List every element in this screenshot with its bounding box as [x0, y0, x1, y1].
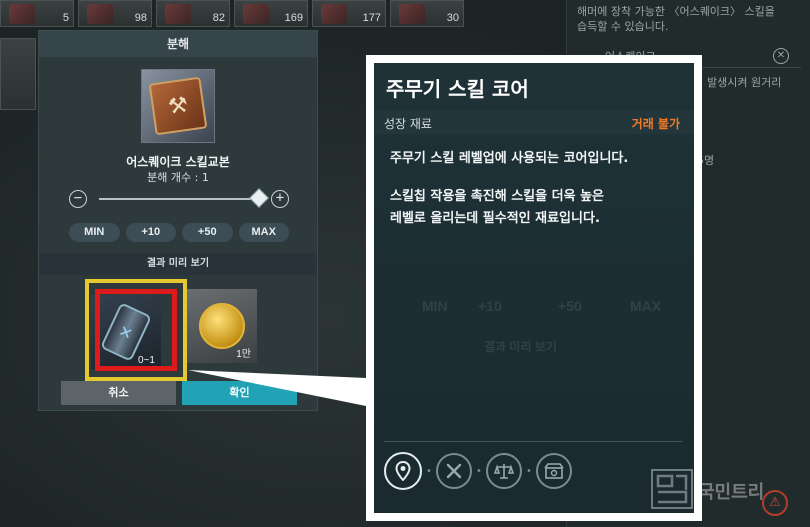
- scale-icon[interactable]: [486, 453, 522, 489]
- cancel-button[interactable]: 취소: [61, 381, 176, 405]
- quantity-slider-track[interactable]: [99, 198, 259, 200]
- min-button[interactable]: MIN: [69, 223, 120, 242]
- item-tooltip: 주무기 스킬 코어 성장 재료 거래 불가 주무기 스킬 레벨업에 사용되는 코…: [374, 63, 694, 513]
- ghost-qty-label: MIN: [422, 298, 448, 314]
- item-thumbnail: [243, 4, 269, 24]
- slot-count: 82: [212, 12, 225, 24]
- decompose-panel: 분해 ⚒ 어스퀘이크 스킬교본 분해 개수 : 1 − + MIN +10 +5…: [38, 30, 318, 411]
- tooltip-subheader: 성장 재료 거래 불가: [374, 110, 694, 134]
- inventory-strip: 5 98 82 169 177 30: [0, 0, 570, 27]
- ghost-qty-label: +10: [478, 298, 502, 314]
- tools-icon[interactable]: [436, 453, 472, 489]
- inventory-slot[interactable]: 82: [156, 0, 230, 27]
- detail-text: 해머에 장착 가능한 〈어스퀘이크〉 스킬을: [577, 5, 775, 18]
- tooltip-divider: [384, 441, 682, 442]
- slot-count: 5: [62, 12, 69, 24]
- tooltip-title: 주무기 스킬 코어: [386, 77, 529, 101]
- item-count: 분해 개수 : 1: [147, 171, 209, 184]
- quantity-buttons: MIN +10 +50 MAX: [69, 223, 289, 242]
- inventory-slot[interactable]: 169: [234, 0, 308, 27]
- warning-icon: ⚠: [762, 490, 788, 516]
- ghost-qty-label: +50: [558, 298, 582, 314]
- separator-dot: •: [426, 465, 432, 477]
- item-thumbnail: [9, 4, 35, 24]
- ghost-qty-label: MAX: [630, 298, 662, 314]
- watermark-logo: [651, 469, 693, 509]
- inventory-slot[interactable]: 98: [78, 0, 152, 27]
- watermark-text: 국민트리: [698, 482, 765, 503]
- location-pin-icon[interactable]: [384, 452, 422, 490]
- gold-coin-icon: [199, 303, 245, 349]
- max-button[interactable]: MAX: [238, 223, 289, 242]
- item-thumbnail: [165, 4, 191, 24]
- minus-button[interactable]: −: [69, 190, 87, 208]
- skill-book-icon: ⚒: [148, 76, 208, 136]
- item-thumbnail: [87, 4, 113, 24]
- trade-status: 거래 불가: [631, 117, 680, 131]
- callout-connector: [188, 370, 366, 406]
- inventory-slot[interactable]: 5: [0, 0, 74, 27]
- watermark: 국민트리: [650, 468, 764, 510]
- inventory-slot[interactable]: [0, 38, 36, 110]
- inventory-slot[interactable]: 177: [312, 0, 386, 27]
- plus-50-button[interactable]: +50: [182, 223, 233, 242]
- panel-title: 분해: [39, 31, 317, 57]
- slot-count: 30: [446, 12, 459, 24]
- plus-10-button[interactable]: +10: [125, 223, 176, 242]
- tooltip-description: 스킬칩 작용을 촉진해 스킬을 더욱 높은: [390, 189, 604, 204]
- item-thumbnail: [321, 4, 347, 24]
- slot-count: 169: [284, 12, 303, 24]
- item-thumbnail: [399, 4, 425, 24]
- ghost-preview-label: 결과 미리 보기: [484, 340, 557, 354]
- tooltip-description: 주무기 스킬 레벨업에 사용되는 코어입니다.: [390, 151, 629, 166]
- quantity-slider-handle[interactable]: [249, 188, 269, 208]
- result-item[interactable]: 1만: [187, 289, 257, 363]
- result-count: 1만: [236, 349, 251, 360]
- separator-dot: •: [526, 465, 532, 477]
- item-category: 성장 재료: [384, 117, 432, 131]
- detail-text: 습득할 수 있습니다.: [577, 20, 669, 33]
- highlight-frame-inner: [95, 289, 177, 371]
- slot-count: 98: [134, 12, 147, 24]
- tooltip-description: 레벨로 올리는데 필수적인 재료입니다.: [390, 211, 600, 226]
- tooltip-icon-row: • • •: [384, 451, 572, 491]
- plus-button[interactable]: +: [271, 190, 289, 208]
- detail-text: 발생시켜 원거리: [707, 76, 782, 89]
- shop-icon[interactable]: [536, 453, 572, 489]
- close-icon[interactable]: ✕: [773, 48, 789, 64]
- slot-count: 177: [362, 12, 381, 24]
- quantity-slider-row: − +: [69, 188, 289, 209]
- item-name: 어스퀘이크 스킬교본: [126, 155, 230, 169]
- separator-dot: •: [476, 465, 482, 477]
- item-icon: ⚒: [141, 69, 215, 143]
- inventory-slot[interactable]: 30: [390, 0, 464, 27]
- preview-title: 결과 미리 보기: [39, 253, 317, 275]
